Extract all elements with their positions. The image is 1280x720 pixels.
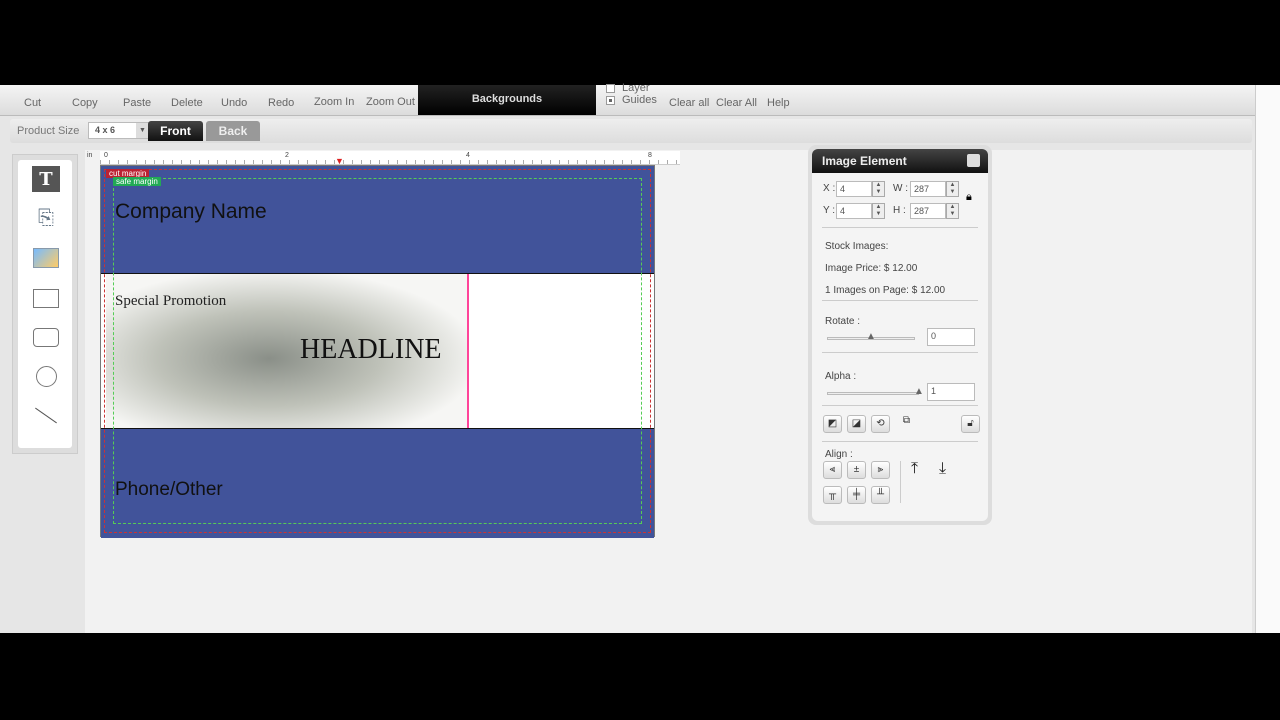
selection-edge — [467, 274, 469, 428]
align-right-icon[interactable]: ⫸ — [871, 461, 890, 479]
layer-checkbox[interactable] — [606, 84, 615, 93]
zoom-in-button[interactable]: Zoom In — [314, 96, 354, 108]
divider — [822, 300, 978, 301]
divider — [822, 227, 978, 228]
y-stepper[interactable]: ▲ ▼ — [872, 203, 885, 219]
product-size-label: Product Size — [17, 125, 80, 137]
copy-button[interactable]: Copy — [72, 97, 98, 109]
middle-band: Special Promotion HEADLINE — [101, 274, 654, 428]
fit-image-icon[interactable]: ⧉ — [897, 413, 916, 431]
alpha-slider[interactable] — [827, 392, 919, 395]
rotate-input[interactable]: 0 — [927, 328, 975, 346]
headline-text[interactable]: HEADLINE — [300, 334, 442, 366]
w-stepper[interactable]: ▲ ▼ — [946, 181, 959, 197]
align-bottom-icon[interactable]: ╨ — [871, 486, 890, 504]
h-label: H : — [893, 205, 906, 216]
clear-all-button-2[interactable]: Clear All — [716, 97, 757, 109]
bring-forward-icon[interactable]: ◩ — [823, 415, 842, 433]
clear-all-button[interactable]: Clear all — [669, 97, 709, 109]
ruler-tick: 8 — [648, 152, 652, 159]
special-promotion-text[interactable]: Special Promotion — [115, 293, 226, 310]
undo-button[interactable]: Undo — [221, 97, 247, 109]
rotate-slider-thumb[interactable]: ▲ — [866, 331, 876, 342]
company-name-text[interactable]: Company Name — [115, 200, 267, 224]
lock-ratio-icon[interactable]: 🔒︎ — [966, 191, 972, 204]
scrollbar[interactable] — [1255, 85, 1280, 633]
align-top-icon[interactable]: ╥ — [823, 486, 842, 504]
line-tool-icon[interactable] — [32, 402, 60, 428]
x-label: X : — [823, 183, 836, 194]
image-price: Image Price: $ 12.00 — [825, 263, 918, 274]
divider — [822, 441, 978, 442]
design-canvas[interactable]: Company Name Special Promotion HEADLINE … — [100, 165, 655, 538]
w-label: W : — [893, 183, 908, 194]
header-band[interactable]: Company Name — [101, 166, 654, 274]
flip-icon[interactable]: ⟲ — [871, 415, 890, 433]
tab-front[interactable]: Front — [148, 121, 203, 141]
alpha-slider-thumb[interactable]: ▲ — [914, 386, 924, 397]
minimize-icon[interactable] — [967, 154, 980, 167]
text-tool-icon[interactable]: T — [32, 166, 60, 192]
image-element-panel: Image Element X : 4 ▲ ▼ W : 287 ▲ ▼ Y : 4 … — [808, 145, 992, 525]
h-stepper[interactable]: ▲ ▼ — [946, 203, 959, 219]
send-backward-icon[interactable]: ◪ — [847, 415, 866, 433]
product-size-value: 4 x 6 — [95, 125, 116, 135]
y-input[interactable]: 4 — [836, 203, 872, 219]
paste-button[interactable]: Paste — [123, 97, 151, 109]
divider — [900, 461, 901, 503]
w-input[interactable]: 287 — [910, 181, 946, 197]
app: Cut Copy Paste Delete Undo Redo Zoom In … — [0, 82, 1280, 633]
h-input[interactable]: 287 — [910, 203, 946, 219]
guides-checkbox[interactable] — [606, 96, 615, 105]
image-tool-icon[interactable] — [32, 245, 60, 271]
images-on-page: 1 Images on Page: $ 12.00 — [825, 285, 946, 296]
lock-icon[interactable]: 🔓︎ — [961, 415, 980, 433]
tab-back[interactable]: Back — [206, 121, 260, 141]
y-label: Y : — [823, 205, 836, 216]
ruler-tick: 0 — [104, 152, 108, 159]
divider — [822, 352, 978, 353]
ruler-unit: in — [87, 152, 93, 159]
panel-header: Image Element — [812, 149, 988, 173]
copy-paste-tool-icon[interactable]: ⎘ — [32, 205, 60, 231]
redo-button[interactable]: Redo — [268, 97, 294, 109]
alpha-input[interactable]: 1 — [927, 383, 975, 401]
phone-other-text[interactable]: Phone/Other — [115, 479, 223, 501]
delete-button[interactable]: Delete — [171, 97, 203, 109]
rotate-label: Rotate : — [825, 316, 861, 327]
bring-to-front-icon[interactable]: ⤒ — [911, 460, 918, 478]
cut-button[interactable]: Cut — [24, 97, 41, 109]
rectangle-tool-icon[interactable] — [32, 285, 60, 311]
footer-band[interactable]: Phone/Other — [101, 428, 654, 538]
align-middle-icon[interactable]: ╪ — [847, 486, 866, 504]
product-bar: Product Size 4 x 6 ▼ Front Back — [10, 119, 1252, 143]
tool-palette: T ⎘ — [12, 154, 78, 454]
ruler: in 0 2 4 8 ▼ — [87, 151, 680, 166]
send-to-back-icon[interactable]: ⤓ — [939, 460, 946, 478]
help-button[interactable]: Help — [767, 97, 790, 109]
circle-tool-icon[interactable] — [32, 363, 60, 389]
product-size-select[interactable]: 4 x 6 ▼ — [88, 122, 150, 139]
rounded-rectangle-tool-icon[interactable] — [32, 324, 60, 350]
toolbar: Cut Copy Paste Delete Undo Redo Zoom In … — [0, 82, 1255, 116]
divider — [822, 405, 978, 406]
align-label: Align : — [825, 449, 853, 460]
panel-title: Image Element — [822, 154, 907, 168]
align-center-icon[interactable]: ± — [847, 461, 866, 479]
x-input[interactable]: 4 — [836, 181, 872, 197]
alpha-label: Alpha : — [825, 371, 857, 382]
layer-label: Layer — [622, 82, 650, 94]
x-stepper[interactable]: ▲ ▼ — [872, 181, 885, 197]
zoom-out-button[interactable]: Zoom Out — [366, 96, 415, 108]
ruler-tick: 2 — [285, 152, 289, 159]
align-left-icon[interactable]: ⫷ — [823, 461, 842, 479]
stock-images-label: Stock Images: — [825, 241, 889, 252]
guides-label: Guides — [622, 94, 657, 106]
ruler-tick: 4 — [466, 152, 470, 159]
backgrounds-button[interactable]: Backgrounds — [418, 85, 596, 115]
safe-margin-label: safe margin — [113, 177, 161, 186]
